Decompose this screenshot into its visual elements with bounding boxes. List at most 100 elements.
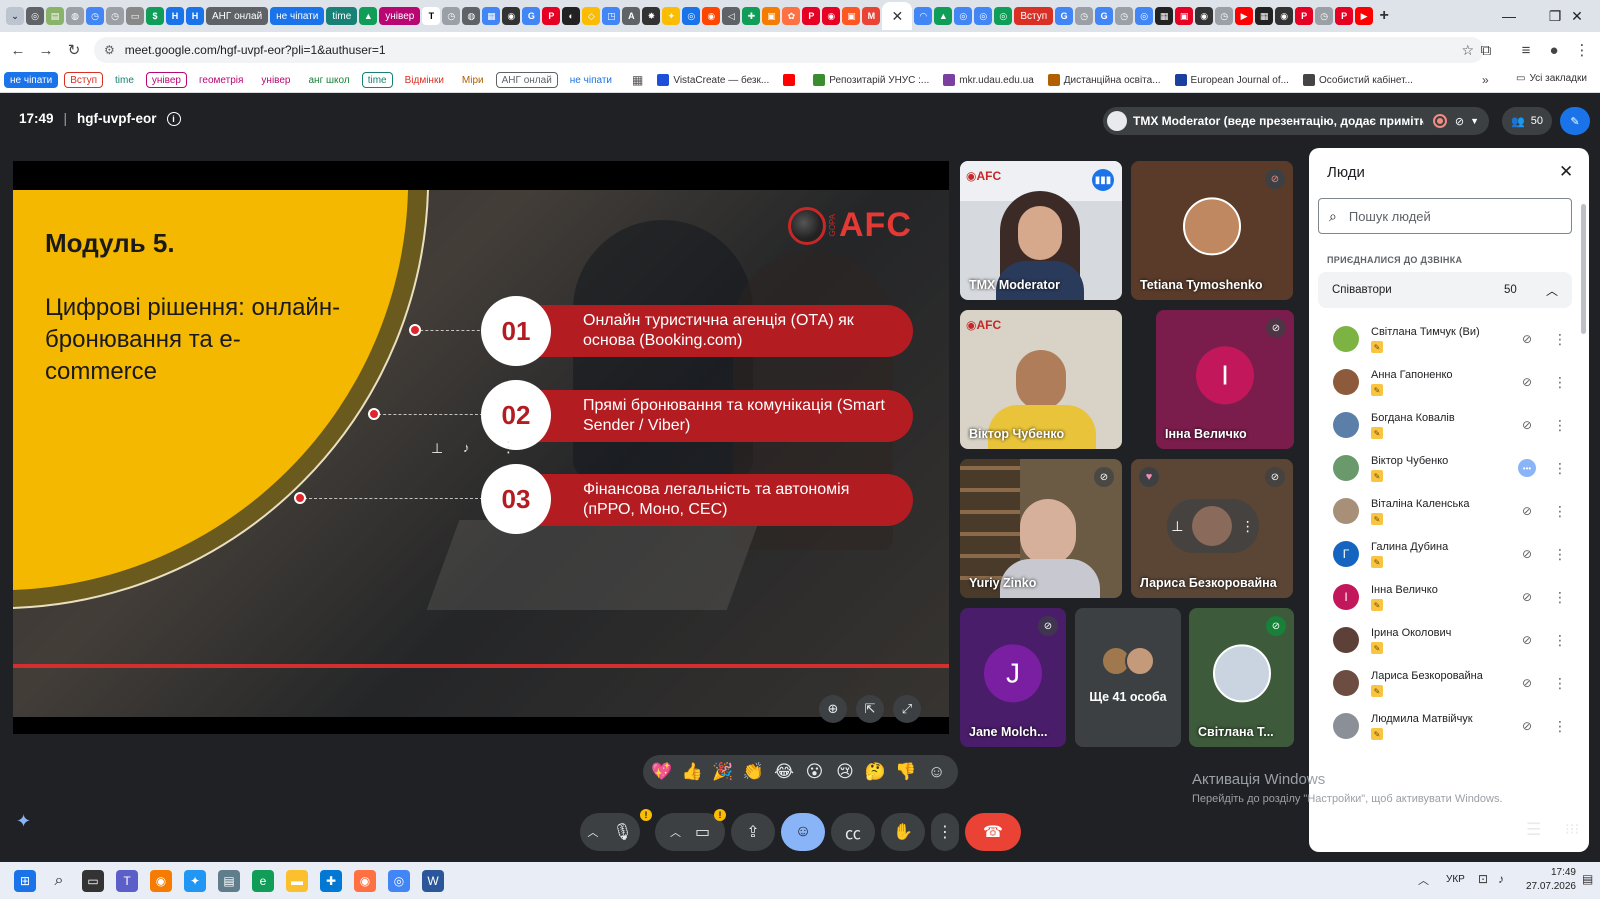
tab-favicon[interactable]: M [862, 7, 881, 25]
tab-pill-time[interactable]: time [326, 7, 358, 25]
tab-favicon[interactable]: ◠ [914, 7, 933, 25]
reaction-emoji[interactable]: 👏 [740, 758, 768, 786]
annotate-pen-button[interactable]: ✎ [1560, 107, 1590, 135]
notifications-icon[interactable]: ▤ [1582, 872, 1593, 886]
copilot-icon[interactable]: ✦ [184, 870, 206, 892]
tab-favicon[interactable]: ◉ [702, 7, 721, 25]
mic-off-icon[interactable]: ⊘ [1518, 717, 1536, 735]
leave-call-button[interactable]: ☎ [965, 813, 1021, 851]
tab-favicon[interactable]: Н [166, 7, 184, 25]
tab-favicon[interactable]: ▣ [762, 7, 781, 25]
reaction-emoji[interactable]: 😮 [801, 758, 829, 786]
tab-favicon[interactable]: ◍ [462, 7, 481, 25]
tab-favicon[interactable]: P [1335, 7, 1354, 25]
chrome-icon[interactable]: ◎ [388, 870, 410, 892]
tab-favicon[interactable]: G [522, 7, 541, 25]
chevron-up-icon[interactable]: ︿ [670, 824, 681, 840]
mic-off-icon[interactable]: ⊘ [1518, 416, 1536, 434]
tab-favicon[interactable]: P [1295, 7, 1314, 25]
clock-date[interactable]: 27.07.2026 [1520, 881, 1576, 892]
recording-controls[interactable]: ⊘ ▼ [1423, 107, 1489, 135]
bookmark-link[interactable]: mkr.udau.edu.ua [943, 74, 1034, 86]
minimize-icon[interactable]: — [1486, 0, 1532, 32]
more-options-icon[interactable]: ⋮ [1553, 416, 1567, 434]
tab-favicon[interactable]: ◎ [994, 7, 1013, 25]
bookmark-pill[interactable]: не чіпати [4, 72, 59, 88]
participant-tile[interactable]: ◉AFC Віктор Чубенко [960, 310, 1122, 449]
tab-favicon[interactable]: ◉ [1195, 7, 1214, 25]
tab-favicon[interactable]: ◷ [1215, 7, 1234, 25]
tray-chevron-icon[interactable]: ︿ [1418, 872, 1429, 888]
more-options-icon[interactable]: ⋮ [1553, 459, 1567, 477]
tile-hover-controls[interactable]: ⊥ ⋮ [1167, 499, 1259, 553]
more-options-button[interactable]: ⋮ [931, 813, 959, 851]
speaking-indicator-icon[interactable]: ••• [1518, 459, 1536, 477]
raise-hand-button[interactable]: ✋ [881, 813, 925, 851]
more-options-icon[interactable]: ⋮ [1553, 373, 1567, 391]
tab-favicon[interactable]: ◉ [1275, 7, 1294, 25]
participant-row[interactable]: Людмила Матвійчук ✎ ⊘ ⋮ [1333, 707, 1573, 747]
bookmark-pill[interactable]: анг школ [302, 72, 356, 88]
tab-favicon[interactable]: ▤ [46, 7, 64, 25]
tab-pill-univer[interactable]: універ [379, 7, 421, 25]
close-panel-icon[interactable]: ✕ [1559, 162, 1573, 182]
participant-tile[interactable]: ⊘ I Інна Величко [1156, 310, 1294, 449]
participant-row[interactable]: Лариса Безкоровайна ✎ ⊘ ⋮ [1333, 664, 1573, 704]
reaction-emoji[interactable]: 👎 [892, 758, 920, 786]
more-bookmarks-chevron-icon[interactable]: » [1482, 73, 1489, 87]
tab-favicon[interactable]: ▶ [1235, 7, 1254, 25]
app-icon[interactable]: ▤ [218, 870, 240, 892]
address-bar[interactable]: ⚙ meet.google.com/hgf-uvpf-eor?pli=1&aut… [94, 37, 1484, 63]
participant-tile[interactable]: ♥ ⊘ ⊥ ⋮ Лариса Безкоровайна [1131, 459, 1293, 598]
more-options-icon[interactable]: ⋮ [1553, 330, 1567, 348]
site-settings-icon[interactable]: ⚙ [104, 43, 115, 57]
participant-row[interactable]: I Інна Величко ✎ ⊘ ⋮ [1333, 578, 1573, 618]
media-controls-icon[interactable]: ≡ [1512, 36, 1540, 64]
tab-favicon[interactable]: ◎ [1135, 7, 1154, 25]
clock-time[interactable]: 17:49 [1538, 867, 1576, 878]
tab-favicon[interactable]: ▲ [359, 7, 378, 25]
bookmark-pill[interactable]: time [361, 72, 393, 88]
windows-start-icon[interactable]: ⊞ [14, 870, 36, 892]
participant-tile[interactable]: ◉AFC ▮▮▮ TMX Moderator [960, 161, 1122, 300]
tab-favicon[interactable]: ◎ [954, 7, 973, 25]
tab-favicon[interactable]: ◎ [682, 7, 701, 25]
mic-off-icon[interactable]: ⊘ [1518, 588, 1536, 606]
active-tab-close-icon[interactable]: ✕ [882, 2, 913, 30]
participant-tile[interactable]: ⊘ Tetiana Tymoshenko [1131, 161, 1293, 300]
bookmark-pill[interactable]: універ [145, 72, 187, 88]
collapse-chevron-icon[interactable]: ︿ [1546, 282, 1558, 299]
fullscreen-icon[interactable]: ⤢ [893, 695, 921, 723]
browser-menu-icon[interactable]: ⋮ [1568, 36, 1596, 64]
captions-button[interactable]: ㏄ [831, 813, 875, 851]
mic-off-icon[interactable]: ⊘ [1518, 330, 1536, 348]
chat-icon[interactable]: ☰ [1526, 820, 1541, 840]
search-icon[interactable]: ⌕ [48, 870, 70, 892]
participant-row[interactable]: Г Галина Дубина ✎ ⊘ ⋮ [1333, 535, 1573, 575]
participant-tile[interactable]: ⊘ Світлана Т... [1189, 608, 1294, 747]
tab-favicon[interactable]: ✿ [782, 7, 801, 25]
mic-off-icon[interactable]: ⊘ [1518, 502, 1536, 520]
tab-favicon[interactable]: ▲ [934, 7, 953, 25]
more-options-icon[interactable]: ⋮ [1553, 631, 1567, 649]
participant-row[interactable]: Анна Гапоненко ✎ ⊘ ⋮ [1333, 363, 1573, 403]
file-explorer-icon[interactable]: ▬ [286, 870, 308, 892]
microphone-toggle[interactable]: ︿ 🎙 [580, 813, 640, 851]
mic-off-icon[interactable]: ⊘ [1518, 373, 1536, 391]
activities-grid-icon[interactable]: ⁝⁝⁝ [1565, 820, 1579, 838]
all-bookmarks-folder[interactable]: ▭ Усі закладки [1516, 73, 1587, 84]
participant-row[interactable]: Богдана Ковалів ✎ ⊘ ⋮ [1333, 406, 1573, 446]
teams-icon[interactable]: T [116, 870, 138, 892]
bookmark-link[interactable]: Дистанційна освіта... [1047, 74, 1161, 86]
participant-tile[interactable]: ⊘ Yuriy Zinko [960, 459, 1122, 598]
word-icon[interactable]: W [422, 870, 444, 892]
tab-pill-ang[interactable]: АНГ онлай [206, 7, 269, 25]
bookmark-link[interactable]: Репозитарій УНУС :... [813, 74, 929, 86]
reaction-emoji[interactable]: 🤔 [862, 758, 890, 786]
reaction-emoji[interactable]: 💖 [648, 758, 676, 786]
bookmark-pill[interactable]: універ [255, 72, 297, 88]
bookmark-pill[interactable]: не чіпати [563, 72, 618, 88]
tab-pill-vstup[interactable]: Вступ [1014, 7, 1054, 25]
tab-favicon[interactable]: A [622, 7, 641, 25]
tab-favicon[interactable]: ◷ [86, 7, 104, 25]
